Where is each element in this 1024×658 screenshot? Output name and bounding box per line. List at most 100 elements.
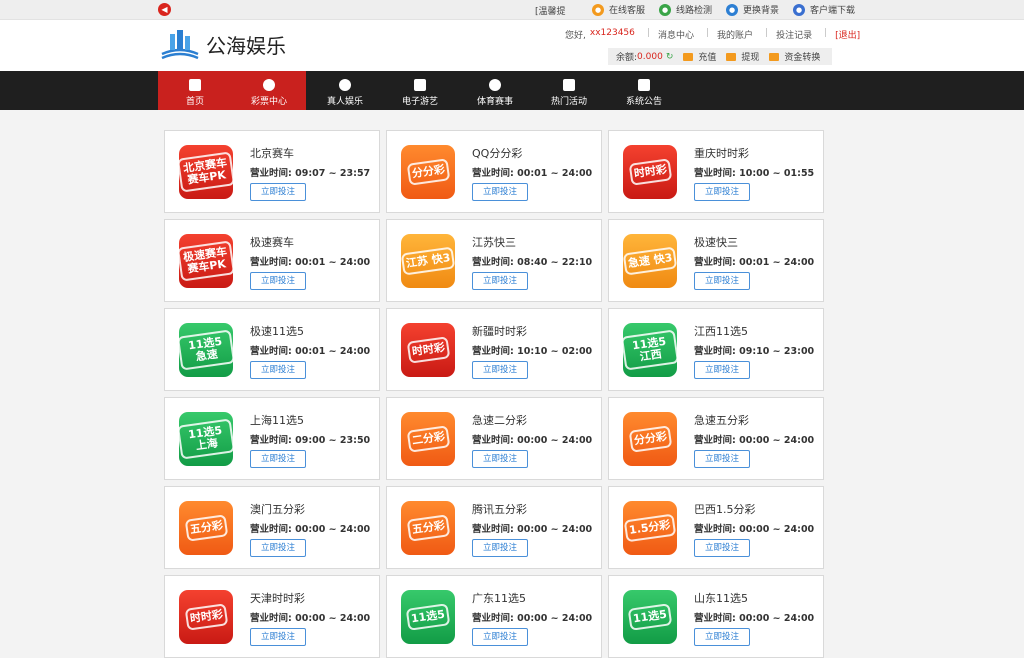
game-card[interactable]: 时时彩 天津时时彩营业时间: 00:00 ~ 24:00 立即投注 xyxy=(164,575,380,658)
game-card[interactable]: 11选5 急速 极速11选5 营业时间: 00:01 ~ 24:00 立即投注 xyxy=(164,308,380,391)
game-name: 江苏快三 xyxy=(472,236,516,249)
bet-now-button[interactable]: 立即投注 xyxy=(694,361,750,379)
bet-now-button[interactable]: 立即投注 xyxy=(472,539,528,557)
logo-text: 公海娱乐 xyxy=(206,33,286,58)
game-hours: 营业时间: 08:40 ~ 22:10 xyxy=(472,257,593,268)
bet-now-button[interactable]: 立即投注 xyxy=(472,628,528,646)
bet-now-button[interactable]: 立即投注 xyxy=(694,450,750,468)
top-link-support[interactable]: ● 在线客服 xyxy=(592,3,645,16)
message-center-link[interactable]: 消息中心 xyxy=(658,28,694,41)
game-card[interactable]: 11选5 江西 江西11选5 营业时间: 09:10 ~ 23:00 立即投注 xyxy=(608,308,824,391)
game-name: 腾讯五分彩 xyxy=(472,503,527,516)
game-card[interactable]: 五分彩 腾讯五分彩 营业时间: 00:00 ~ 24:00 立即投注 xyxy=(386,486,602,569)
lottery-logo-icon[interactable]: 二分彩 xyxy=(401,412,455,466)
game-name: 天津时时彩 xyxy=(250,592,305,605)
logout-link[interactable]: [退出] xyxy=(835,28,860,41)
lottery-icon xyxy=(263,79,275,91)
balance-value: 0.000 xyxy=(637,51,663,62)
lottery-logo-icon[interactable]: 极速赛车 赛车PK xyxy=(176,234,236,288)
game-name: 新疆时时彩 xyxy=(472,325,527,338)
lottery-logo-icon[interactable]: 11选5 xyxy=(623,590,677,644)
greeting: 您好, xyxy=(565,31,586,41)
lottery-logo-icon[interactable]: 时时彩 xyxy=(179,590,233,644)
game-card[interactable]: 11选5 广东11选5 营业时间: 00:00 ~ 24:00 立即投注 xyxy=(386,575,602,658)
lottery-logo-icon[interactable]: 北京赛车 赛车PK xyxy=(176,145,236,199)
game-card[interactable]: 北京赛车 赛车PK 北京赛车 营业时间: 09:07 ~ 23:57 立即投注 xyxy=(164,130,380,213)
bet-now-button[interactable]: 立即投注 xyxy=(250,361,306,379)
game-card[interactable]: 1.5分彩 巴西1.5分彩 营业时间: 00:00 ~ 24:00 立即投注 xyxy=(608,486,824,569)
lottery-logo-icon[interactable]: 分分彩 xyxy=(623,412,677,466)
my-account-link[interactable]: 我的账户 xyxy=(717,28,753,41)
deposit-button[interactable]: 充值 xyxy=(683,50,716,63)
bet-now-button[interactable]: 立即投注 xyxy=(250,450,306,468)
lottery-logo-icon[interactable]: 五分彩 xyxy=(179,501,233,555)
nav-live-casino[interactable]: 真人娱乐 xyxy=(308,71,382,110)
game-hours: 营业时间: 09:10 ~ 23:00 xyxy=(694,346,815,357)
lottery-logo-icon[interactable]: 11选5 xyxy=(401,590,455,644)
nav-lottery[interactable]: 彩票中心 xyxy=(232,71,306,110)
nav-sports[interactable]: 体育赛事 xyxy=(458,71,532,110)
lottery-logo-icon[interactable]: 时时彩 xyxy=(623,145,677,199)
game-card[interactable]: 分分彩 急速五分彩 营业时间: 00:00 ~ 24:00 立即投注 xyxy=(608,397,824,480)
bet-now-button[interactable]: 立即投注 xyxy=(250,272,306,290)
bet-now-button[interactable]: 立即投注 xyxy=(250,539,306,557)
bet-now-button[interactable]: 立即投注 xyxy=(694,272,750,290)
game-name: 极速快三 xyxy=(694,236,738,249)
lottery-logo-icon[interactable]: 分分彩 xyxy=(401,145,455,199)
nav-announcements[interactable]: 系统公告 xyxy=(607,71,681,110)
game-card[interactable]: 时时彩 新疆时时彩 营业时间: 10:10 ~ 02:00 立即投注 xyxy=(386,308,602,391)
bet-now-button[interactable]: 立即投注 xyxy=(694,628,750,646)
bet-now-button[interactable]: 立即投注 xyxy=(694,183,750,201)
top-links: ● 在线客服 ● 线路检测 ● 更换背景 ● 客户端下载 xyxy=(592,3,869,16)
deposit-icon xyxy=(683,52,694,61)
download-icon: ● xyxy=(793,3,806,16)
bet-now-button[interactable]: 立即投注 xyxy=(694,539,750,557)
game-name: 山东11选5 xyxy=(694,592,748,605)
bet-now-button[interactable]: 立即投注 xyxy=(472,361,528,379)
nav-slots[interactable]: 电子游艺 xyxy=(383,71,457,110)
game-name: 江西11选5 xyxy=(694,325,748,338)
lottery-logo-icon[interactable]: 时时彩 xyxy=(401,323,455,377)
game-hours: 营业时间: 00:01 ~ 24:00 xyxy=(694,257,815,268)
lottery-logo-icon[interactable]: 1.5分彩 xyxy=(623,501,677,555)
transfer-icon xyxy=(769,52,780,61)
game-card[interactable]: 时时彩 重庆时时彩 营业时间: 10:00 ~ 01:55 立即投注 xyxy=(608,130,824,213)
game-card[interactable]: 分分彩 QQ分分彩 营业时间: 00:01 ~ 24:00 立即投注 xyxy=(386,130,602,213)
game-hours: 营业时间: 00:00 ~ 24:00 xyxy=(472,613,593,624)
top-link-background[interactable]: ● 更换背景 xyxy=(726,3,779,16)
game-name: 上海11选5 xyxy=(250,414,304,427)
logo[interactable]: 公海娱乐 xyxy=(160,28,286,60)
game-hours: 营业时间: 10:00 ~ 01:55 xyxy=(694,168,815,179)
username: xx123456 xyxy=(589,28,635,38)
lottery-logo-icon[interactable]: 11选5 急速 xyxy=(176,323,236,377)
game-hours: 营业时间: 00:01 ~ 24:00 xyxy=(472,168,593,179)
speaker-icon[interactable]: ◀ xyxy=(158,3,171,16)
lottery-logo-icon[interactable]: 江苏 快3 xyxy=(400,234,456,288)
nav-home[interactable]: 首页 xyxy=(158,71,232,110)
lottery-logo-icon[interactable]: 急速 快3 xyxy=(622,234,678,288)
bet-now-button[interactable]: 立即投注 xyxy=(472,183,528,201)
bet-records-link[interactable]: 投注记录 xyxy=(776,28,812,41)
game-card[interactable]: 二分彩 急速二分彩 营业时间: 00:00 ~ 24:00 立即投注 xyxy=(386,397,602,480)
bet-now-button[interactable]: 立即投注 xyxy=(250,183,306,201)
bet-now-button[interactable]: 立即投注 xyxy=(472,450,528,468)
transfer-button[interactable]: 资金转换 xyxy=(769,50,820,63)
bet-now-button[interactable]: 立即投注 xyxy=(472,272,528,290)
nav-promotions[interactable]: 热门活动 xyxy=(532,71,606,110)
refresh-icon[interactable]: ↻ xyxy=(666,52,674,62)
withdraw-button[interactable]: 提现 xyxy=(726,50,759,63)
game-card[interactable]: 急速 快3 极速快三营业时间: 00:01 ~ 24:00 立即投注 xyxy=(608,219,824,302)
top-link-line-check[interactable]: ● 线路检测 xyxy=(659,3,712,16)
bet-now-button[interactable]: 立即投注 xyxy=(250,628,306,646)
lottery-logo-icon[interactable]: 五分彩 xyxy=(401,501,455,555)
game-card[interactable]: 极速赛车 赛车PK 极速赛车 营业时间: 00:01 ~ 24:00 立即投注 xyxy=(164,219,380,302)
lottery-logo-icon[interactable]: 11选5 上海 xyxy=(176,412,236,466)
game-card[interactable]: 江苏 快3 江苏快三营业时间: 08:40 ~ 22:10 立即投注 xyxy=(386,219,602,302)
top-link-download[interactable]: ● 客户端下载 xyxy=(793,3,855,16)
chip-icon xyxy=(339,79,351,91)
game-card[interactable]: 11选5 上海 上海11选5 营业时间: 09:00 ~ 23:50 立即投注 xyxy=(164,397,380,480)
game-hours: 营业时间: 00:00 ~ 24:00 xyxy=(250,613,371,624)
game-card[interactable]: 11选5 山东11选5 营业时间: 00:00 ~ 24:00 立即投注 xyxy=(608,575,824,658)
game-card[interactable]: 五分彩 澳门五分彩 营业时间: 00:00 ~ 24:00 立即投注 xyxy=(164,486,380,569)
lottery-logo-icon[interactable]: 11选5 江西 xyxy=(620,323,680,377)
